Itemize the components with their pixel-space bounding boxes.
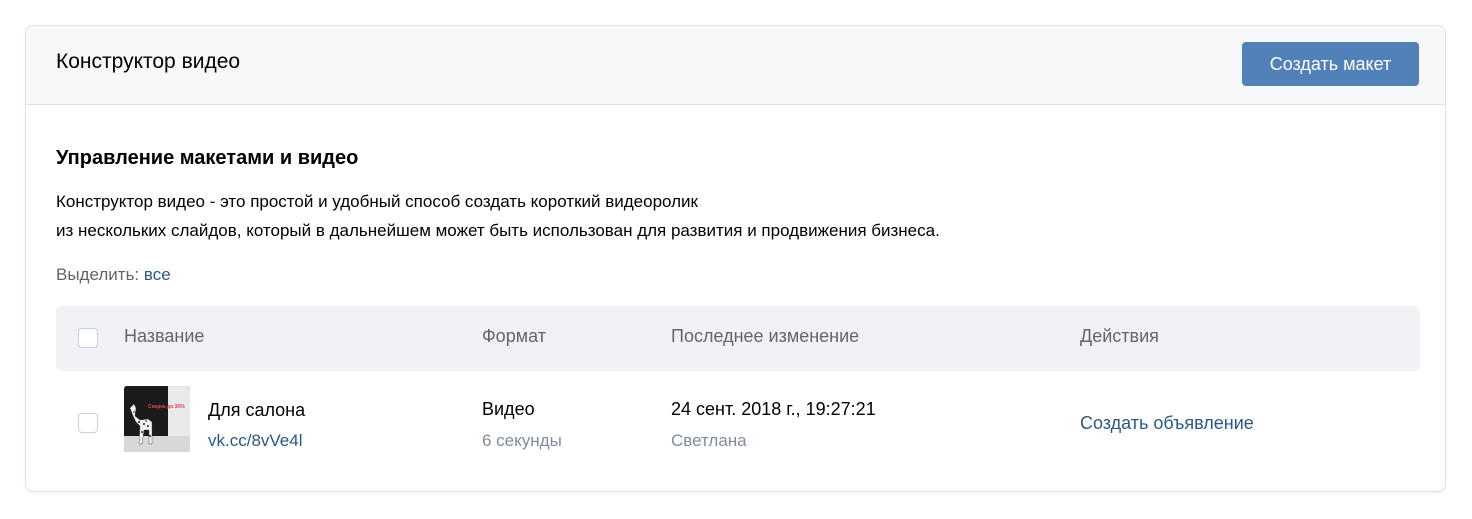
section-title: Управление макетами и видео bbox=[56, 147, 359, 169]
thumbnail-image: Скидка до 30% bbox=[124, 386, 190, 452]
template-format: Видео bbox=[482, 399, 535, 419]
video-constructor-card: Конструктор видео Создать макет Управлен… bbox=[25, 25, 1446, 492]
template-duration: 6 секунды bbox=[482, 431, 562, 450]
template-modified-date: 24 сент. 2018 г., 19:27:21 bbox=[671, 399, 876, 419]
section-description: Конструктор видео - это простой и удобны… bbox=[56, 187, 940, 245]
select-all-checkbox[interactable] bbox=[78, 328, 98, 348]
table-row: Скидка до 30% Для салона vk.cc/8vVe4l Ви… bbox=[56, 371, 1420, 471]
column-header-modified: Последнее изменение bbox=[671, 326, 860, 346]
column-header-format: Формат bbox=[482, 326, 546, 346]
table-header: Название Формат Последнее изменение Дейс… bbox=[56, 306, 1420, 371]
template-short-link[interactable]: vk.cc/8vVe4l bbox=[208, 431, 303, 451]
select-all-link[interactable]: все bbox=[144, 265, 171, 284]
row-checkbox[interactable] bbox=[78, 413, 98, 433]
select-label: Выделить: bbox=[56, 265, 140, 284]
thumbnail-caption: Скидка до 30% bbox=[148, 404, 185, 410]
template-author: Светлана bbox=[671, 431, 747, 450]
column-header-name: Название bbox=[124, 326, 205, 346]
select-row: Выделить: все bbox=[56, 265, 171, 285]
create-template-button[interactable]: Создать макет bbox=[1242, 42, 1419, 86]
video-thumbnail[interactable]: Скидка до 30% bbox=[124, 386, 190, 452]
page-title: Конструктор видео bbox=[56, 50, 241, 73]
create-ad-link[interactable]: Создать объявление bbox=[1080, 413, 1254, 434]
column-header-actions: Действия bbox=[1080, 326, 1159, 346]
description-line-1: Конструктор видео - это простой и удобны… bbox=[56, 192, 698, 211]
card-header: Конструктор видео Создать макет bbox=[26, 26, 1445, 105]
template-name: Для салона bbox=[208, 400, 306, 420]
description-line-2: из нескольких слайдов, который в дальней… bbox=[56, 221, 940, 240]
